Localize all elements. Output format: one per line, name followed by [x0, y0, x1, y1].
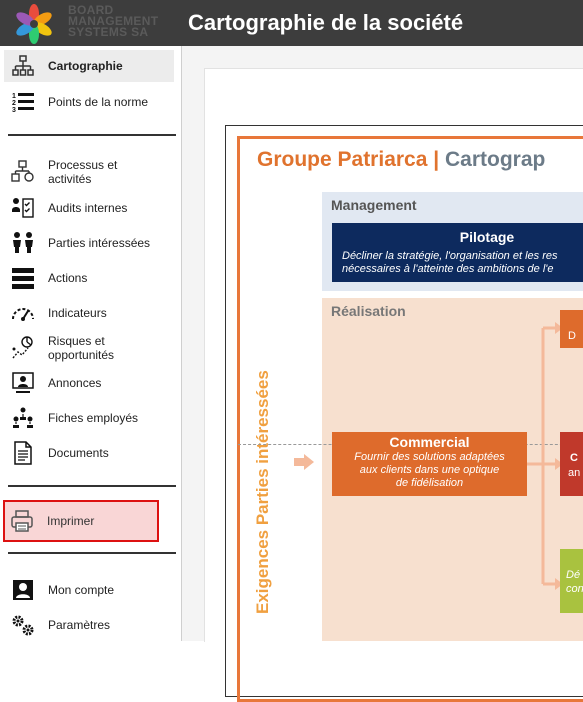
sidebar-item-documents[interactable]: Documents [4, 439, 174, 467]
sidebar-item-mon-compte[interactable]: Mon compte [4, 576, 174, 604]
top-bar: BOARD MANAGEMENT SYSTEMS SA Cartographie… [0, 0, 583, 46]
sidebar-item-risques[interactable]: Risques et opportunités [4, 332, 174, 364]
announcement-icon [10, 370, 36, 396]
sidebar-item-fiches[interactable]: Fiches employés [4, 404, 174, 432]
commercial-box[interactable]: Commercial Fournir des solutions adaptée… [332, 432, 527, 496]
process-box-green[interactable]: Dé con [560, 549, 583, 613]
management-label: Management [331, 197, 417, 213]
process-icon [10, 159, 36, 185]
sidebar-item-points-norme[interactable]: 123 Points de la norme [4, 88, 174, 116]
pilotage-box[interactable]: Pilotage Décliner la stratégie, l'organi… [332, 223, 583, 282]
input-arrow-icon [294, 454, 314, 470]
page-title: Cartographie de la société [188, 10, 464, 35]
audit-icon [10, 195, 36, 221]
pilotage-description: Décliner la stratégie, l'organisation et… [342, 250, 558, 275]
sidebar-item-annonces[interactable]: Annonces [4, 369, 174, 397]
commercial-title: Commercial [389, 434, 470, 450]
sidebar-divider [8, 485, 176, 487]
sidebar-item-processus[interactable]: Processus et activités [4, 156, 174, 188]
sidebar-item-parties[interactable]: Parties intéressées [4, 229, 174, 257]
printer-icon [9, 508, 35, 534]
document-icon [10, 440, 36, 466]
numbered-list-icon: 123 [10, 89, 36, 115]
sidebar-divider [8, 552, 176, 554]
map-title: Groupe Patriarca | Cartograp [257, 148, 546, 171]
print-button[interactable]: Imprimer [3, 500, 159, 542]
settings-icon [10, 612, 36, 638]
logo-text: BOARD MANAGEMENT SYSTEMS SA [68, 3, 159, 39]
commercial-description: Fournir des solutions adaptées aux clien… [354, 451, 505, 489]
company-logo-icon [16, 4, 52, 44]
svg-text:1: 1 [12, 93, 16, 100]
process-box-red[interactable]: C an [560, 432, 583, 496]
employees-icon [10, 405, 36, 431]
process-box-orange[interactable]: D [560, 310, 583, 348]
gauge-icon [10, 300, 36, 326]
risk-icon [10, 335, 36, 361]
print-label: Imprimer [47, 514, 95, 528]
sidebar: Cartographie 123 Points de la norme Proc… [0, 46, 182, 641]
realisation-label: Réalisation [331, 303, 406, 319]
pilotage-title: Pilotage [459, 229, 515, 245]
svg-text:2: 2 [12, 100, 16, 107]
sidebar-item-cartographie[interactable]: Cartographie [4, 50, 174, 82]
people-icon [10, 230, 36, 256]
sidebar-divider [8, 134, 176, 136]
vertical-label: Exigences Parties intéressées [253, 370, 272, 614]
sidebar-item-audits[interactable]: Audits internes [4, 194, 174, 222]
org-chart-icon [10, 53, 36, 79]
svg-text:3: 3 [12, 107, 16, 114]
account-icon [10, 577, 36, 603]
sidebar-item-indicateurs[interactable]: Indicateurs [4, 299, 174, 327]
sidebar-item-actions[interactable]: Actions [4, 264, 174, 292]
actions-icon [10, 265, 36, 291]
sidebar-item-parametres[interactable]: Paramètres [4, 611, 174, 639]
